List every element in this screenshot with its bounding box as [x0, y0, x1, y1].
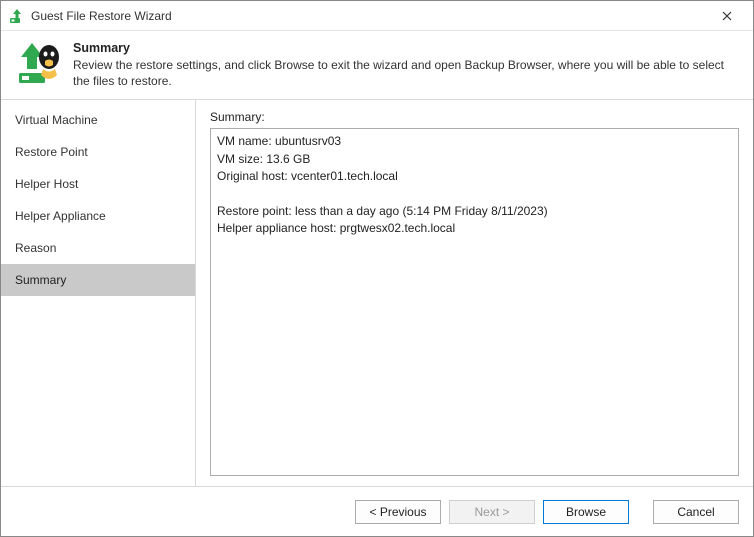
previous-button[interactable]: < Previous [355, 500, 441, 524]
summary-textbox[interactable]: VM name: ubuntusrv03 VM size: 13.6 GB Or… [210, 128, 739, 476]
page-title: Summary [73, 41, 739, 55]
wizard-steps-sidebar: Virtual Machine Restore Point Helper Hos… [1, 100, 196, 486]
summary-label: Summary: [210, 110, 739, 124]
window-title: Guest File Restore Wizard [31, 9, 707, 23]
page-description: Review the restore settings, and click B… [73, 57, 739, 89]
step-summary[interactable]: Summary [1, 264, 195, 296]
step-virtual-machine[interactable]: Virtual Machine [1, 104, 195, 136]
step-reason[interactable]: Reason [1, 232, 195, 264]
step-helper-host[interactable]: Helper Host [1, 168, 195, 200]
wizard-window: Guest File Restore Wizard Summary Review… [0, 0, 754, 537]
step-helper-appliance[interactable]: Helper Appliance [1, 200, 195, 232]
app-icon [9, 8, 25, 24]
cancel-button[interactable]: Cancel [653, 500, 739, 524]
wizard-icon [15, 39, 63, 87]
browse-button[interactable]: Browse [543, 500, 629, 524]
titlebar: Guest File Restore Wizard [1, 1, 753, 31]
wizard-footer: < Previous Next > Browse Cancel [1, 486, 753, 536]
close-button[interactable] [707, 2, 747, 30]
wizard-header: Summary Review the restore settings, and… [1, 31, 753, 99]
wizard-body: Virtual Machine Restore Point Helper Hos… [1, 99, 753, 486]
next-button: Next > [449, 500, 535, 524]
step-restore-point[interactable]: Restore Point [1, 136, 195, 168]
wizard-content: Summary: VM name: ubuntusrv03 VM size: 1… [196, 100, 753, 486]
